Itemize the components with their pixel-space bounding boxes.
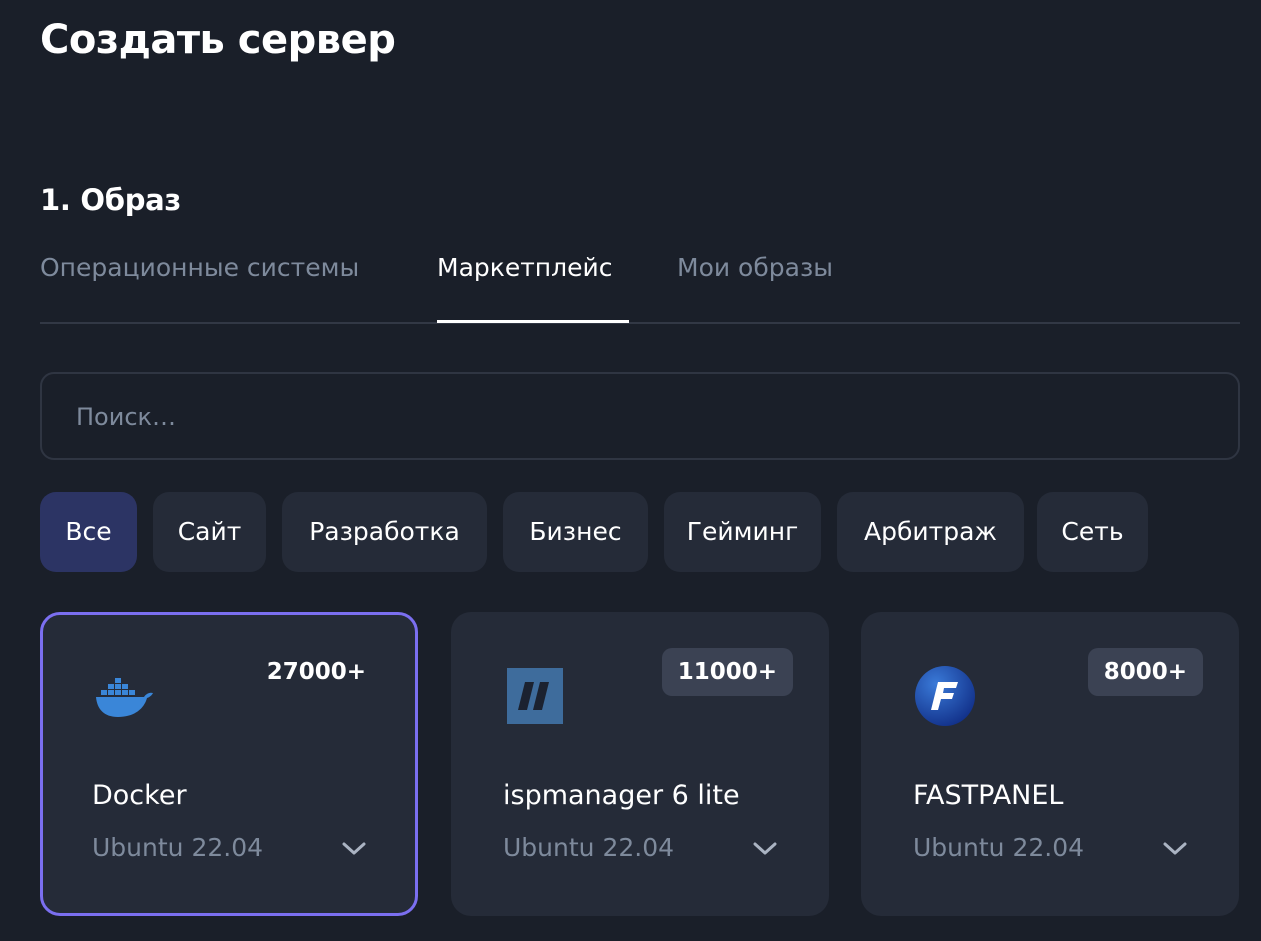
section-title-image: 1. Образ <box>40 183 181 217</box>
popularity-badge: 8000+ <box>1087 648 1203 696</box>
chevron-down-icon[interactable] <box>340 836 368 860</box>
popularity-badge: 27000+ <box>266 659 366 685</box>
search-box <box>40 372 1240 460</box>
card-title: ispmanager 6 lite <box>503 780 740 811</box>
filter-site[interactable]: Сайт <box>153 492 266 572</box>
chevron-down-icon[interactable] <box>751 836 779 860</box>
tab-operating-systems[interactable]: Операционные системы <box>40 250 359 286</box>
active-tab-indicator <box>437 320 629 323</box>
tab-marketplace[interactable]: Маркетплейс <box>437 250 613 286</box>
filter-business[interactable]: Бизнес <box>503 492 648 572</box>
marketplace-card-docker[interactable]: 27000+ Docker Ubuntu 22.04 <box>40 612 418 916</box>
filter-gaming[interactable]: Гейминг <box>664 492 821 572</box>
docker-icon <box>92 664 156 728</box>
os-version: Ubuntu 22.04 <box>913 833 1085 862</box>
tab-my-images[interactable]: Мои образы <box>677 250 833 286</box>
create-server-page: Создать сервер 1. Образ Операционные сис… <box>0 0 1261 941</box>
card-title: FASTPANEL <box>913 780 1064 811</box>
chevron-down-icon[interactable] <box>1161 836 1189 860</box>
os-version: Ubuntu 22.04 <box>503 833 675 862</box>
fastpanel-icon <box>913 664 977 728</box>
marketplace-card-fastpanel[interactable]: 8000+ FASTPANEL Ubuntu 22.04 <box>861 612 1239 916</box>
filter-development[interactable]: Разработка <box>282 492 487 572</box>
filter-all[interactable]: Все <box>40 492 137 572</box>
os-version: Ubuntu 22.04 <box>92 833 264 862</box>
filter-arbitrage[interactable]: Арбитраж <box>837 492 1024 572</box>
page-title: Создать сервер <box>40 17 396 63</box>
image-source-tabs: Операционные системы Маркетплейс Мои обр… <box>40 236 1240 324</box>
ispmanager-icon <box>503 664 567 728</box>
search-input[interactable] <box>74 394 1198 440</box>
card-title: Docker <box>92 780 187 811</box>
filter-network[interactable]: Сеть <box>1037 492 1148 572</box>
popularity-badge: 11000+ <box>661 648 793 696</box>
marketplace-card-ispmanager[interactable]: 11000+ ispmanager 6 lite Ubuntu 22.04 <box>451 612 829 916</box>
